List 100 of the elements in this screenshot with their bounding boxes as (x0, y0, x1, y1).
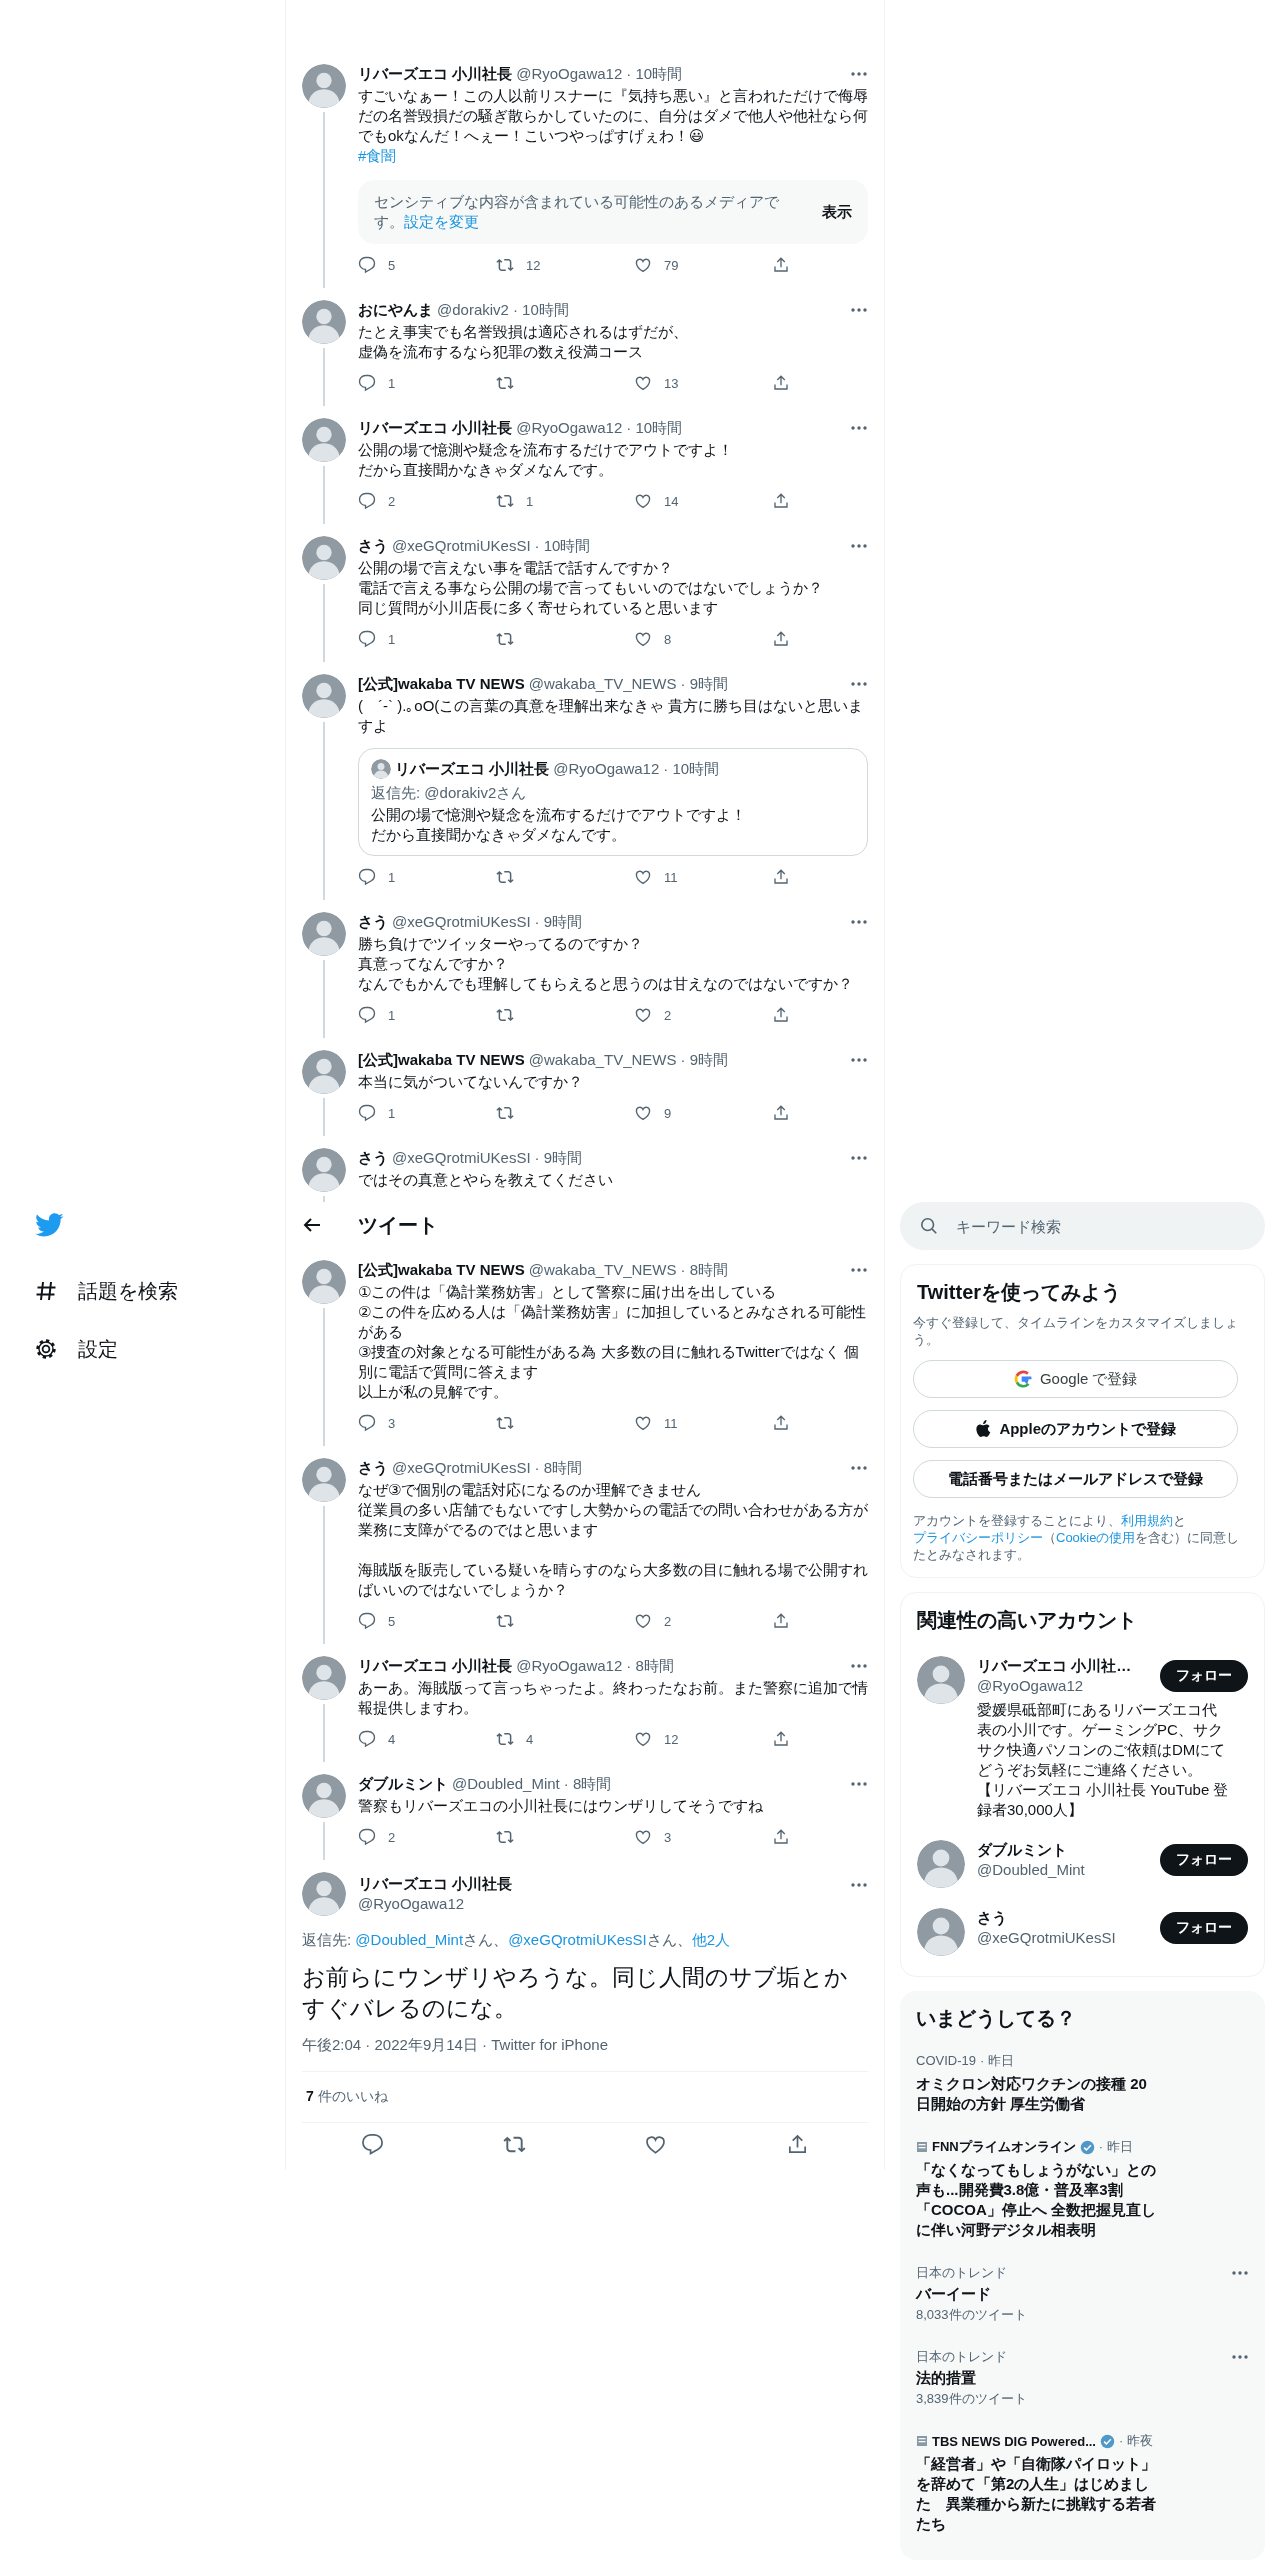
bird-icon[interactable] (34, 1212, 64, 1238)
share-icon (772, 1006, 790, 1024)
like-button[interactable]: 79 (634, 254, 679, 276)
like-button[interactable]: 9 (634, 1102, 672, 1124)
like-button[interactable]: 3 (634, 1826, 672, 1848)
more-icon[interactable] (850, 681, 868, 687)
like-button[interactable]: 11 (634, 866, 678, 888)
user-name[interactable]: さう (358, 536, 388, 556)
user-handle[interactable]: @RyoOgawa12 (516, 1656, 623, 1676)
reply-button[interactable]: 4 (358, 1728, 396, 1750)
user-name[interactable]: さう (358, 1148, 388, 1168)
like-button[interactable]: 11 (634, 1412, 678, 1434)
user-handle[interactable]: @RyoOgawa12 (516, 64, 623, 84)
reply-button[interactable]: 5 (358, 1610, 396, 1632)
account-handle[interactable]: @Doubled_Mint (977, 1860, 1085, 1880)
user-handle[interactable]: @wakaba_TV_NEWS (528, 1260, 677, 1280)
trend-title[interactable]: バーイード (916, 2284, 1249, 2304)
retweet-button[interactable]: 1 (496, 490, 534, 512)
reply-button[interactable]: 1 (358, 372, 396, 394)
reply-button[interactable]: 3 (358, 1412, 396, 1434)
user-name[interactable]: リバーズエコ 小川社長 (358, 64, 513, 84)
terms-link[interactable]: 利用規約 (1121, 1513, 1173, 1528)
account-handle[interactable]: @RyoOgawa12 (977, 1676, 1132, 1696)
more-icon[interactable] (850, 543, 868, 549)
more-icon[interactable] (850, 1267, 868, 1273)
user-handle[interactable]: @wakaba_TV_NEWS (528, 1050, 677, 1070)
show-button[interactable]: 表示 (822, 202, 852, 222)
account-name[interactable]: リバーズエコ 小川社… (977, 1656, 1132, 1676)
user-handle[interactable]: @dorakiv2 (437, 300, 509, 320)
account-name[interactable]: ダブルミント (977, 1840, 1085, 1860)
more-icon[interactable] (850, 1663, 868, 1669)
user-name[interactable]: リバーズエコ 小川社長 (358, 1656, 513, 1676)
user-handle[interactable]: @Doubled_Mint (452, 1774, 560, 1794)
user-name[interactable]: さう (358, 912, 388, 932)
user-name[interactable]: リバーズエコ 小川社長 (358, 418, 513, 438)
more-icon[interactable] (1231, 2270, 1249, 2276)
account-handle[interactable]: @xeGQrotmiUKesSI (977, 1928, 1116, 1948)
follow-button[interactable]: フォロー (1160, 1660, 1248, 1692)
terms-link[interactable]: Cookieの使用 (1056, 1530, 1136, 1545)
retweet-button[interactable]: 4 (496, 1728, 534, 1750)
reply-button[interactable]: 1 (358, 1102, 396, 1124)
hashtag-link[interactable]: #食闇 (358, 146, 397, 166)
more-icon[interactable] (850, 425, 868, 431)
reply-button[interactable]: 1 (358, 1004, 396, 1026)
follow-button[interactable]: フォロー (1160, 1844, 1248, 1876)
search-field[interactable]: キーワード検索 (900, 1202, 1265, 1250)
trend-title[interactable]: 法的措置 (916, 2368, 1249, 2388)
user-handle[interactable]: @xeGQrotmiUKesSI (392, 1458, 531, 1478)
follow-button[interactable]: フォロー (1160, 1912, 1248, 1944)
user-handle[interactable]: @xeGQrotmiUKesSI (392, 1148, 531, 1168)
like-button[interactable]: 8 (634, 628, 672, 650)
more-icon[interactable] (850, 307, 868, 313)
nav-link[interactable]: 話題を検索 (34, 1262, 285, 1320)
like-button[interactable]: 13 (634, 372, 679, 394)
more-icon[interactable] (850, 1155, 868, 1161)
more-icon[interactable] (850, 919, 868, 925)
news-headline[interactable]: 「なくなってもしょうがない」との声も...開発費3.8億・普及率3割「COCOA」停止へ 全数把握見直しに伴い河野デジタル相表明 (916, 2160, 1156, 2240)
user-handle[interactable]: @xeGQrotmiUKesSI (392, 536, 531, 556)
mention-link[interactable]: @xeGQrotmiUKesSI (508, 1931, 647, 1948)
more-icon[interactable] (850, 1465, 868, 1471)
mention-link[interactable]: 他2人 (691, 1931, 731, 1948)
user-handle[interactable]: @RyoOgawa12 (516, 418, 623, 438)
more-icon[interactable] (850, 1781, 868, 1787)
like-button[interactable]: 14 (634, 490, 679, 512)
nav-link[interactable]: 設定 (34, 1320, 285, 1378)
reply-button[interactable]: 1 (358, 628, 396, 650)
reply-button[interactable]: 2 (358, 1826, 396, 1848)
mention-link[interactable]: @Doubled_Mint (355, 1931, 464, 1948)
retweet-button[interactable]: 12 (496, 254, 541, 276)
like-count[interactable]: 7 件のいいね (302, 2072, 868, 2123)
like-button[interactable]: 12 (634, 1728, 679, 1750)
user-handle[interactable]: @RyoOgawa12 (358, 1894, 513, 1914)
user-name[interactable]: ダブルミント (358, 1774, 448, 1794)
user-handle[interactable]: @wakaba_TV_NEWS (528, 674, 677, 694)
more-icon[interactable] (850, 1882, 868, 1888)
more-icon[interactable] (850, 1057, 868, 1063)
like-button[interactable]: 2 (634, 1610, 672, 1632)
user-name[interactable]: リバーズエコ 小川社長 (358, 1874, 513, 1894)
news-headline[interactable]: 「経営者」や「自衛隊パイロット」を辞めて「第2の人生」はじめました 異業種から新たに挑戦する若者たち (916, 2454, 1156, 2534)
like-button[interactable] (644, 2133, 668, 2156)
news-time: · 昨日 (1098, 2138, 1133, 2156)
reply-button[interactable]: 1 (358, 866, 396, 888)
reply-button[interactable]: 5 (358, 254, 396, 276)
user-name[interactable]: [公式]wakaba TV NEWS (358, 674, 525, 694)
account-name[interactable]: さう (977, 1908, 1116, 1928)
user-name[interactable]: おにやんま (358, 300, 433, 320)
like-button[interactable]: 2 (634, 1004, 672, 1026)
reply-button[interactable]: 2 (358, 490, 396, 512)
user-handle[interactable]: @RyoOgawa12 (553, 759, 660, 779)
user-name[interactable]: リバーズエコ 小川社長 (395, 759, 550, 779)
user-name[interactable]: [公式]wakaba TV NEWS (358, 1260, 525, 1280)
user-name[interactable]: さう (358, 1458, 388, 1478)
reply-button[interactable] (361, 2133, 385, 2156)
news-headline[interactable]: オミクロン対応ワクチンの接種 20日開始の方針 厚生労働省 (916, 2074, 1156, 2114)
quoted-tweet[interactable]: リバーズエコ 小川社長 @RyoOgawa12 · 10時間 返信先: @dorakiv2さん 公開の場で憶測や疑念を流布するだけでアウトですよ！ だから直接聞かなきゃダメなんです。 (358, 748, 868, 856)
terms-link[interactable]: プライバシーポリシー (913, 1530, 1043, 1545)
more-icon[interactable] (850, 71, 868, 77)
user-handle[interactable]: @xeGQrotmiUKesSI (392, 912, 531, 932)
more-icon[interactable] (1231, 2354, 1249, 2360)
user-name[interactable]: [公式]wakaba TV NEWS (358, 1050, 525, 1070)
